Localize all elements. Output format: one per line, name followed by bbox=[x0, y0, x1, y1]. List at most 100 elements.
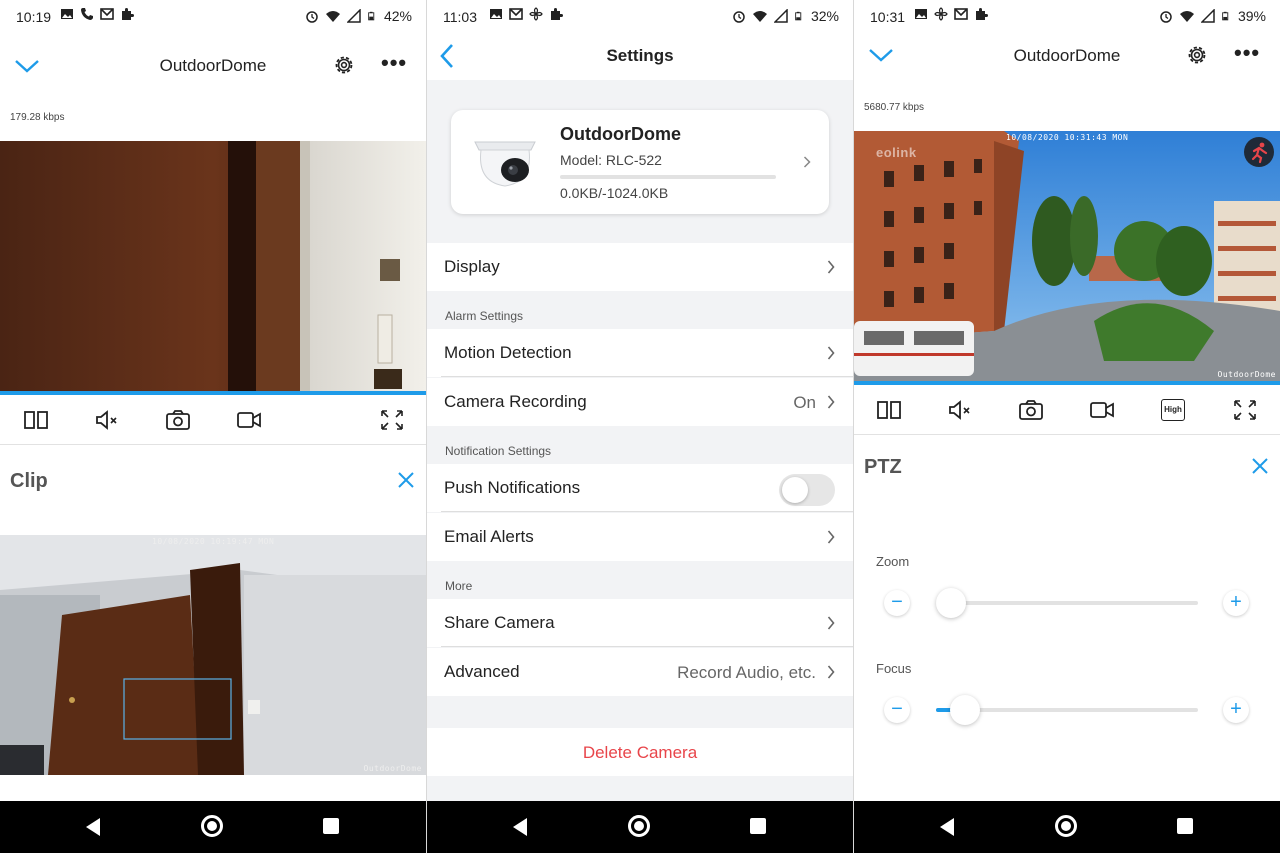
split-view-icon[interactable] bbox=[23, 408, 49, 432]
status-time: 10:19 bbox=[16, 9, 52, 25]
motion-detection-row[interactable]: Motion Detection bbox=[427, 329, 853, 377]
snapshot-camera-icon[interactable] bbox=[1018, 398, 1044, 422]
gmail-icon bbox=[509, 8, 523, 20]
focus-in-button[interactable]: + bbox=[1223, 697, 1249, 723]
chevron-right-icon bbox=[827, 346, 835, 360]
ptz-panel: 10:31 39% OutdoorDome ••• 5680.77 kbps 1… bbox=[854, 0, 1280, 853]
more-options-icon[interactable]: ••• bbox=[381, 50, 407, 76]
nav-recents-icon[interactable] bbox=[323, 818, 339, 834]
share-camera-row[interactable]: Share Camera bbox=[427, 599, 853, 647]
zoom-slider-handle[interactable] bbox=[936, 588, 966, 618]
close-icon[interactable] bbox=[396, 470, 416, 490]
zoom-slider[interactable] bbox=[936, 588, 1198, 618]
live-toolbar bbox=[0, 396, 426, 444]
split-view-icon[interactable] bbox=[876, 398, 902, 422]
email-alerts-row[interactable]: Email Alerts bbox=[427, 513, 853, 561]
live-video[interactable]: 10/08/2020 10:31:43 MON eolink OutdoorDo… bbox=[854, 131, 1280, 381]
storage-bar bbox=[560, 175, 776, 179]
mute-icon[interactable] bbox=[947, 398, 973, 422]
puzzle-icon bbox=[976, 8, 988, 20]
zoom-out-button[interactable]: − bbox=[884, 590, 910, 616]
gear-icon[interactable] bbox=[1186, 44, 1208, 66]
camera-recording-row[interactable]: Camera Recording On bbox=[427, 378, 853, 426]
clip-video-image bbox=[0, 535, 426, 775]
notification-icons bbox=[914, 7, 988, 21]
bitrate-label: 179.28 kbps bbox=[10, 112, 65, 123]
gmail-icon bbox=[954, 8, 968, 20]
clip-video[interactable]: 10/08/2020 10:19:47 MON OutdoorDome bbox=[0, 535, 426, 775]
live-video[interactable] bbox=[0, 141, 426, 391]
battery-percent: 42% bbox=[383, 8, 412, 24]
row-separator bbox=[441, 376, 853, 377]
stream-quality-button[interactable]: High bbox=[1161, 399, 1185, 421]
battery-icon bbox=[1222, 11, 1229, 21]
more-section: More bbox=[445, 579, 473, 593]
motion-alert-badge bbox=[1244, 137, 1274, 167]
image-icon bbox=[490, 9, 502, 19]
focus-slider-handle[interactable] bbox=[949, 695, 980, 725]
battery-percent: 32% bbox=[810, 8, 839, 24]
push-notifications-toggle[interactable] bbox=[779, 474, 835, 506]
chevron-right-icon bbox=[827, 665, 835, 679]
fullscreen-icon[interactable] bbox=[379, 408, 405, 432]
dome-camera-icon bbox=[474, 141, 536, 187]
stream-progress bbox=[0, 391, 426, 395]
clip-camera-name: OutdoorDome bbox=[363, 764, 422, 773]
record-video-icon[interactable] bbox=[236, 408, 262, 432]
battery-icon bbox=[368, 11, 375, 21]
zoom-in-button[interactable]: + bbox=[1223, 590, 1249, 616]
advanced-label: Advanced bbox=[444, 662, 520, 681]
display-row[interactable]: Display bbox=[427, 243, 853, 291]
focus-slider[interactable] bbox=[936, 695, 1198, 725]
delete-camera-button[interactable]: Delete Camera bbox=[427, 728, 853, 776]
delete-camera-label: Delete Camera bbox=[582, 743, 698, 762]
nav-home-icon[interactable] bbox=[201, 815, 223, 837]
gmail-icon bbox=[100, 8, 114, 20]
notification-settings-section: Notification Settings bbox=[445, 444, 552, 458]
camera-title: OutdoorDome bbox=[1013, 46, 1121, 65]
system-icons: 32% bbox=[732, 8, 839, 24]
nav-back-icon[interactable] bbox=[86, 818, 100, 836]
alarm-icon bbox=[1160, 11, 1172, 23]
puzzle-icon bbox=[551, 8, 563, 20]
android-nav-bar bbox=[0, 801, 426, 853]
snapshot-camera-icon[interactable] bbox=[165, 408, 191, 432]
email-alerts-label: Email Alerts bbox=[444, 527, 534, 546]
live-view-panel: 10:19 42% OutdoorDome ••• 179.28 kbps Cl… bbox=[0, 0, 426, 853]
chevron-right-icon bbox=[827, 260, 835, 274]
alarm-icon bbox=[733, 11, 745, 23]
more-options-icon[interactable]: ••• bbox=[1234, 40, 1260, 66]
clip-sheet-title: Clip bbox=[10, 470, 48, 492]
live-video-image bbox=[0, 141, 426, 391]
zoom-label: Zoom bbox=[876, 554, 910, 569]
record-video-icon[interactable] bbox=[1089, 398, 1115, 422]
camera-model: Model: RLC-522 bbox=[560, 152, 662, 168]
camera-recording-label: Camera Recording bbox=[444, 392, 587, 411]
share-camera-label: Share Camera bbox=[444, 613, 555, 632]
image-icon bbox=[915, 9, 927, 19]
advanced-row[interactable]: Advanced Record Audio, etc. bbox=[427, 648, 853, 696]
close-icon[interactable] bbox=[1250, 456, 1270, 476]
bitrate-label: 5680.77 kbps bbox=[864, 102, 925, 113]
focus-label: Focus bbox=[876, 661, 912, 676]
alarm-icon bbox=[306, 11, 318, 23]
chevron-right-icon bbox=[827, 616, 835, 630]
mute-icon[interactable] bbox=[94, 408, 120, 432]
nav-recents-icon[interactable] bbox=[750, 818, 766, 834]
fullscreen-icon[interactable] bbox=[1232, 398, 1258, 422]
push-notifications-row: Push Notifications bbox=[427, 464, 853, 512]
nav-home-icon[interactable] bbox=[1055, 815, 1077, 837]
focus-out-button[interactable]: − bbox=[884, 697, 910, 723]
motion-detection-label: Motion Detection bbox=[444, 343, 572, 362]
status-time: 11:03 bbox=[443, 9, 477, 25]
nav-recents-icon[interactable] bbox=[1177, 818, 1193, 834]
camera-info-card[interactable]: OutdoorDome Model: RLC-522 0.0KB/-1024.0… bbox=[451, 110, 829, 214]
status-bar: 10:19 42% bbox=[0, 0, 426, 34]
gear-icon[interactable] bbox=[333, 54, 355, 76]
ptz-sheet-title: PTZ bbox=[864, 456, 902, 478]
nav-home-icon[interactable] bbox=[628, 815, 650, 837]
nav-back-icon[interactable] bbox=[513, 818, 527, 836]
battery-percent: 39% bbox=[1237, 8, 1266, 24]
running-person-icon bbox=[1251, 142, 1268, 164]
nav-back-icon[interactable] bbox=[940, 818, 954, 836]
